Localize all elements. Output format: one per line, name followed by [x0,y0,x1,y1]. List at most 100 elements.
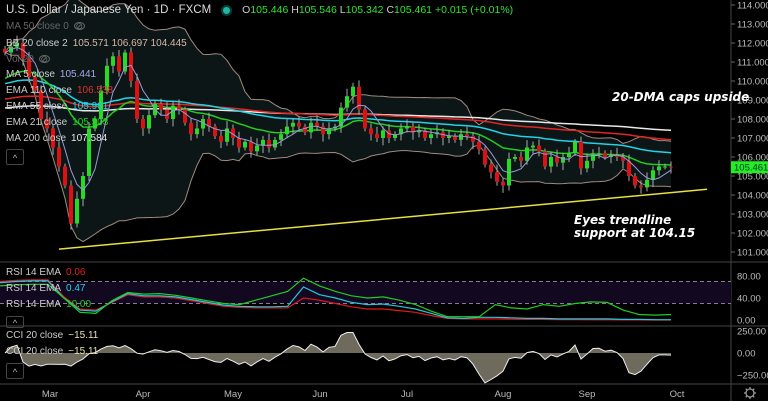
candle [363,106,367,132]
candle-body [147,115,151,129]
candle-body [501,181,505,186]
candle-body [291,122,295,127]
rsi-tick-label: 40.00 [737,294,761,305]
legend-ema21[interactable]: EMA 21 close 105.503 [6,117,108,128]
candle [63,163,67,189]
candle-body [129,52,133,81]
candle-body [519,157,523,161]
cci-tick-label: 0.00 [737,349,756,360]
gear-tooth [752,388,755,391]
gear-tooth [752,395,755,398]
candle-body [69,185,73,224]
candle [135,73,139,123]
hidden-eye-icon[interactable]: ⊘ [73,22,85,31]
candle-body [123,52,127,72]
candle-body [345,96,349,108]
candle-body [117,56,121,72]
candle-body [135,81,139,119]
candle-body [495,172,499,182]
legend-ema55[interactable]: EMA 55 close 105.961 [6,101,108,112]
candle-body [57,147,61,167]
price-tick-label: 113.000 [737,20,768,31]
symbol-title[interactable]: U.S. Dollar / Japanese Yen · 1D · FXCM [6,4,211,16]
time-axis-label: Jun [312,389,327,400]
candle-body [63,166,67,186]
candle [543,148,547,170]
candle-body [579,141,583,169]
rsi-tick-label: 0.00 [737,316,756,327]
candle-body [603,153,607,157]
candle-body [633,176,637,186]
price-tick-label: 111.000 [737,58,768,69]
price-tick-label: 114.000 [737,1,768,12]
candle-body [525,147,529,161]
candle-body [75,198,79,224]
legend-cci-2[interactable]: CCI 20 close −15.11 [6,346,98,357]
price-tick-label: 112.000 [737,39,768,50]
candle-body [243,141,247,148]
collapse-rsi-button[interactable]: ^ [6,316,24,328]
candle-body [639,185,643,188]
cci-line [4,332,672,384]
legend-rsi-green[interactable]: RSI 14 EMA 10.00 [6,299,91,310]
candle [87,122,91,182]
legend-ma200[interactable]: MA 200 close 107.584 [6,133,107,144]
candle-body [663,166,667,168]
candle-body [489,164,493,173]
candle-body [651,170,655,180]
candle-body [159,103,163,110]
legend-cci-1[interactable]: CCI 20 close −15.11 [6,330,98,341]
time-axis-label: Aug [495,389,512,400]
candle-body [237,138,241,148]
candle-body [249,141,253,152]
candle-body [111,56,115,66]
price-tick-label: 110.000 [737,77,768,88]
legend-ma50[interactable]: MA 50 close 0 ⊘ [6,21,85,32]
candle-body [405,126,409,129]
collapse-legend-button[interactable]: ^ [6,149,24,165]
candle-body [657,166,661,171]
ohlc-readout: O105.446 H105.546 L105.342 C105.461 +0.0… [242,4,514,16]
hidden-eye-icon[interactable]: ⊘ [38,55,50,64]
legend-vol[interactable]: Vol 20 ⊘ [6,54,50,65]
legend-bb[interactable]: BB 20 close 2 105.571 106.697 104.445 [6,38,187,49]
market-status-icon [223,6,231,14]
price-tick-label: 104.000 [737,191,768,202]
legend-rsi-cyan[interactable]: RSI 14 EMA 0.47 [6,283,86,294]
cci-tick-label: 250.00 [737,327,766,338]
candle-body [381,130,385,138]
candle-body [669,166,673,168]
candle-body [309,122,313,133]
candle-body [81,176,85,199]
candle-body [351,86,355,97]
price-tick-label: 101.000 [737,248,768,259]
price-tick-label: 108.000 [737,115,768,126]
settings-gear-icon[interactable] [744,387,756,399]
candle-body [483,149,487,165]
time-axis-label: Apr [136,389,151,400]
candle-body [171,105,175,119]
gear-tooth [745,395,748,398]
candle-body [267,139,271,148]
legend-ema110[interactable]: EMA 110 close 106.538 [6,85,113,96]
candle-body [255,145,259,152]
price-chart[interactable]: 114.000113.000112.000111.000110.000109.0… [0,0,768,401]
candle-body [585,160,589,169]
candle-body [183,109,187,123]
candle-body [369,128,373,135]
price-tick-label: 102.000 [737,229,768,240]
candle-body [195,128,199,135]
candle-body [429,134,433,138]
candle-body [297,122,301,127]
candle [483,146,487,168]
candle-body [177,105,181,110]
collapse-cci-button[interactable]: ^ [6,363,24,379]
candle-body [645,179,649,188]
gear-tooth [745,388,748,391]
candle-body [555,157,559,163]
candle-body [459,134,463,140]
candle-body [597,153,601,155]
candle-body [567,153,571,157]
legend-rsi-red[interactable]: RSI 14 EMA 0.06 [6,267,86,278]
legend-ma5[interactable]: MA 5 close 105.441 [6,69,96,80]
